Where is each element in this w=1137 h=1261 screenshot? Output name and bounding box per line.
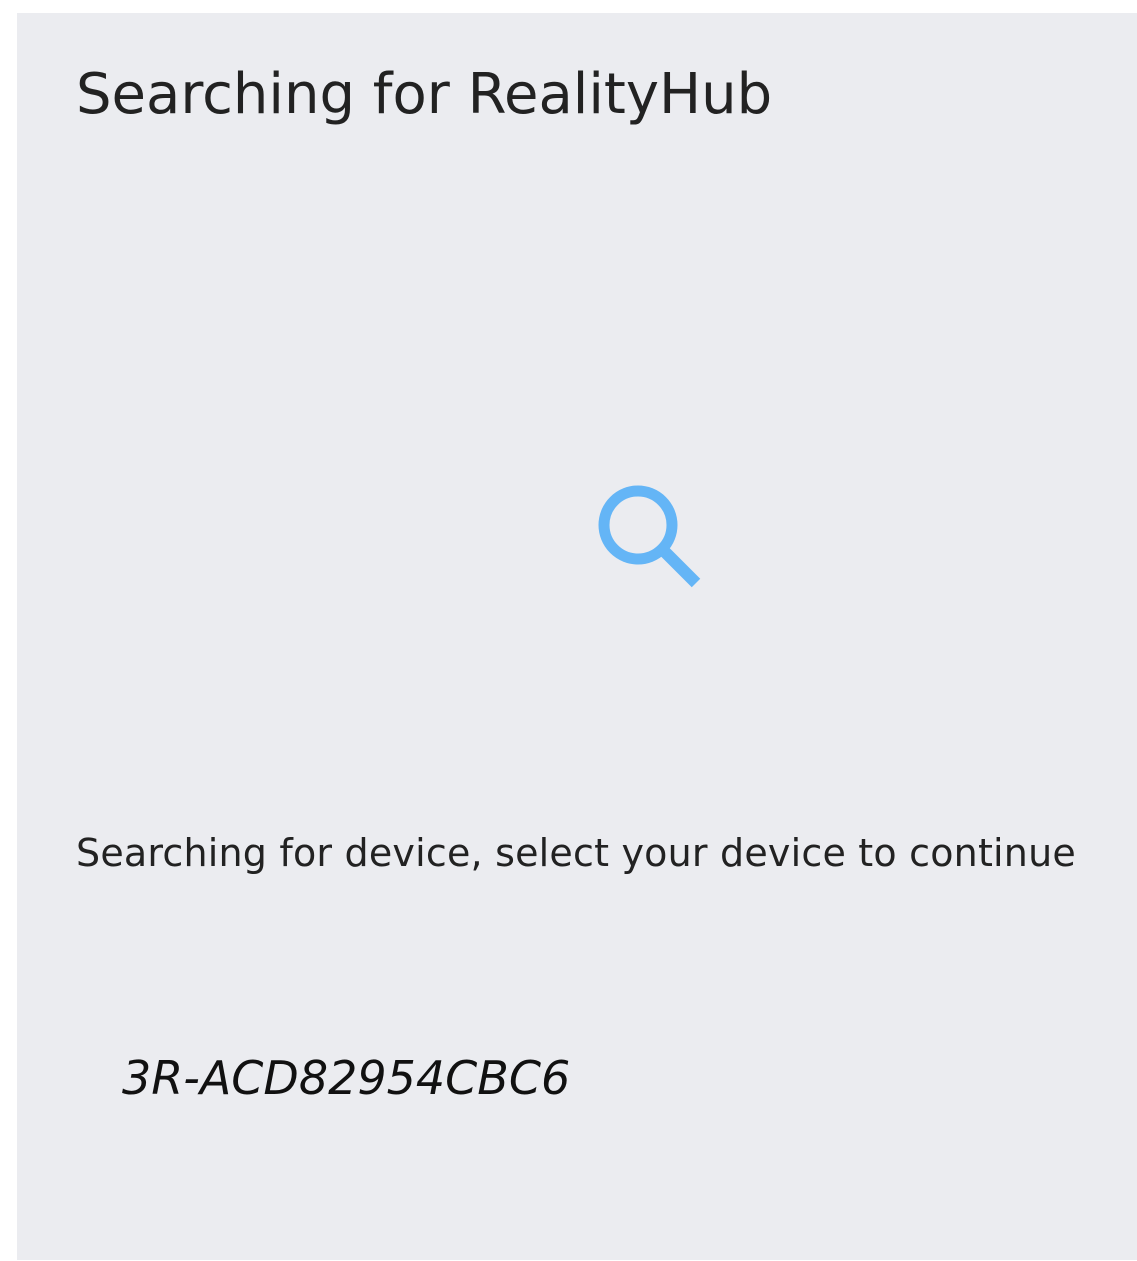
search-screen: Searching for RealityHub Searching for d… bbox=[17, 13, 1137, 1260]
device-name: 3R-ACD82954CBC6 bbox=[122, 1051, 571, 1105]
search-icon bbox=[598, 485, 701, 588]
status-text: Searching for device, select your device… bbox=[76, 831, 1076, 875]
page-title: Searching for RealityHub bbox=[76, 62, 773, 127]
device-list: 3R-ACD82954CBC6 bbox=[17, 1023, 1137, 1133]
device-item[interactable]: 3R-ACD82954CBC6 bbox=[17, 1023, 1137, 1133]
